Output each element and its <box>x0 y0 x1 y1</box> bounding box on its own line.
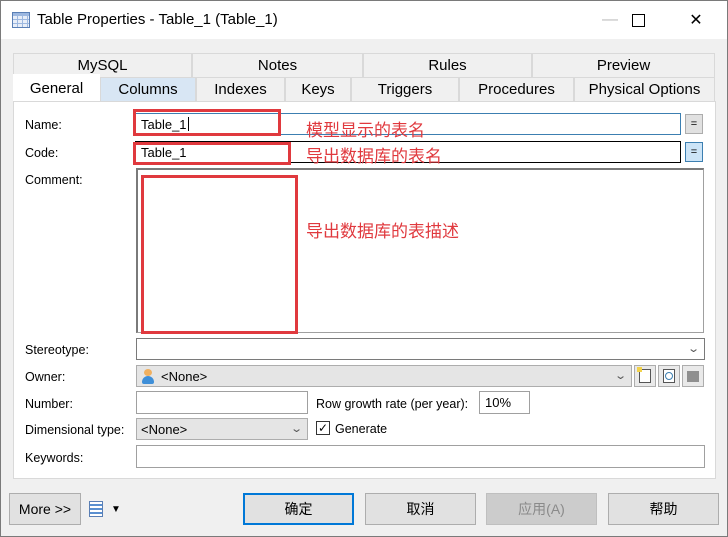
chevron-down-icon[interactable]: ⌄ <box>290 422 303 435</box>
tab-procedures[interactable]: Procedures <box>459 77 574 101</box>
dimensional-type-label: Dimensional type: <box>25 423 125 437</box>
owner-value: <None> <box>161 368 208 384</box>
properties-owner-button[interactable] <box>658 365 680 387</box>
row-growth-value: 10% <box>485 395 512 410</box>
checkmark-icon: ✓ <box>317 421 329 435</box>
generate-label: Generate <box>335 422 388 436</box>
title-bar: Table Properties - Table_1 (Table_1) — ✕ <box>1 1 727 39</box>
name-annotation-box <box>133 109 281 136</box>
dimensional-type-value: <None> <box>141 421 188 437</box>
user-icon <box>141 368 155 384</box>
properties-icon <box>663 369 675 383</box>
tab-indexes[interactable]: Indexes <box>196 77 285 101</box>
row-growth-label: Row growth rate (per year): <box>316 397 469 411</box>
table-grid-icon <box>12 12 30 28</box>
browse-owner-button[interactable] <box>682 365 704 387</box>
stereotype-label: Stereotype: <box>25 343 89 357</box>
chevron-down-icon[interactable]: ⌄ <box>687 342 700 355</box>
comment-label: Comment: <box>25 173 83 187</box>
document-list-icon <box>89 501 103 517</box>
browse-icon <box>687 370 699 382</box>
cancel-button[interactable]: 取消 <box>365 493 476 525</box>
tab-rules[interactable]: Rules <box>363 53 532 77</box>
tab-triggers[interactable]: Triggers <box>351 77 459 101</box>
more-button[interactable]: More >> <box>9 493 81 525</box>
tab-preview[interactable]: Preview <box>532 53 715 77</box>
maximize-icon <box>631 13 645 27</box>
tab-notes[interactable]: Notes <box>192 53 363 77</box>
new-document-icon <box>637 367 651 383</box>
dimensional-type-combobox[interactable]: <None> ⌄ <box>136 418 308 440</box>
tab-physical-options[interactable]: Physical Options <box>574 77 715 101</box>
help-button[interactable]: 帮助 <box>608 493 719 525</box>
table-properties-dialog: Table Properties - Table_1 (Table_1) — ✕… <box>0 0 728 537</box>
window-title: Table Properties - Table_1 (Table_1) <box>37 11 278 28</box>
tab-columns[interactable]: Columns <box>100 77 196 101</box>
maximize-button[interactable] <box>615 1 661 39</box>
apply-button[interactable]: 应用(A) <box>486 493 597 525</box>
number-label: Number: <box>25 397 73 411</box>
new-owner-button[interactable] <box>634 365 656 387</box>
dropdown-arrow-icon: ▼ <box>111 503 121 515</box>
name-label: Name: <box>25 118 62 132</box>
row-growth-input[interactable]: 10% <box>479 391 530 414</box>
comment-annotation-text: 导出数据库的表描述 <box>306 222 459 242</box>
menu-dropdown-button[interactable]: ▼ <box>89 501 125 517</box>
ok-button[interactable]: 确定 <box>243 493 354 525</box>
keywords-input[interactable] <box>136 445 705 468</box>
name-equals-button[interactable]: = <box>685 114 703 134</box>
owner-label: Owner: <box>25 370 66 384</box>
stereotype-combobox[interactable]: ⌄ <box>136 338 705 360</box>
generate-checkbox[interactable]: ✓ <box>316 421 330 435</box>
owner-combobox[interactable]: <None> ⌄ <box>136 365 632 387</box>
code-label: Code: <box>25 146 59 160</box>
tab-keys[interactable]: Keys <box>285 77 351 101</box>
chevron-down-icon[interactable]: ⌄ <box>614 369 627 382</box>
tab-general[interactable]: General <box>13 74 100 101</box>
close-button[interactable]: ✕ <box>673 1 719 39</box>
code-annotation-box <box>133 142 291 165</box>
close-icon: ✕ <box>689 12 703 29</box>
comment-annotation-box <box>141 175 298 334</box>
number-input[interactable] <box>136 391 308 414</box>
code-annotation-text: 导出数据库的表名 <box>306 147 442 167</box>
name-annotation-text: 模型显示的表名 <box>306 121 425 141</box>
keywords-label: Keywords: <box>25 451 84 465</box>
code-equals-button[interactable]: = <box>685 142 703 162</box>
